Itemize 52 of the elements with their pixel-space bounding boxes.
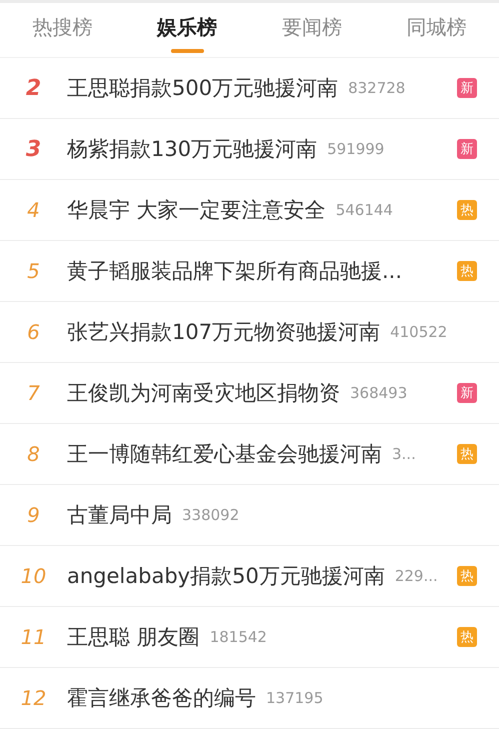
rank-number: 5 [26, 259, 41, 283]
heat-count: 229... [394, 567, 438, 585]
rank-number: 7 [26, 381, 41, 405]
heat-count: 338092 [182, 506, 240, 524]
list-item[interactable]: 7 王俊凯为河南受灾地区捐物资 368493 新 [0, 363, 499, 424]
tag-badge: 热 [457, 200, 477, 220]
rank-number: 11 [20, 625, 48, 649]
rank-number: 6 [26, 320, 41, 344]
heat-count: 368493 [350, 384, 408, 402]
list-item[interactable]: 4 华晨宇 大家一定要注意安全 546144 热 [0, 180, 499, 241]
list-item[interactable]: 12 霍言继承爸爸的编号 137195 [0, 668, 499, 729]
rank-number: 2 [24, 76, 42, 100]
tag-badge: 新 [457, 139, 477, 159]
heat-count: 3... [392, 445, 416, 463]
heat-count: 832728 [348, 79, 406, 97]
heat-count: 591999 [327, 140, 384, 158]
tab[interactable]: 娱乐榜 [124, 3, 250, 57]
heat-count: 546144 [336, 201, 393, 219]
item-title: 霍言继承爸爸的编号 [67, 685, 256, 712]
list-item[interactable]: 2 王思聪捐款500万元驰援河南 832728 新 [0, 58, 499, 119]
rank-number: 4 [26, 198, 41, 222]
tag-badge: 热 [457, 627, 477, 647]
item-title: angelababy捐款50万元驰援河南 [67, 563, 385, 590]
tag-badge: 新 [457, 383, 477, 403]
list-item[interactable]: 11 王思聪 朋友圈 181542 热 [0, 607, 499, 668]
item-title: 王俊凯为河南受灾地区捐物资 [67, 380, 340, 407]
item-title: 王思聪捐款500万元驰援河南 [67, 75, 338, 102]
rank-number: 3 [24, 136, 42, 162]
rank-number: 12 [20, 686, 48, 710]
list-item[interactable]: 9 古董局中局 338092 [0, 485, 499, 546]
heat-count: 410522 [390, 323, 448, 341]
item-title: 王一博随韩红爱心基金会驰援河南 [67, 441, 382, 468]
list-item[interactable]: 8 王一博随韩红爱心基金会驰援河南 3... 热 [0, 424, 499, 485]
rank-number: 10 [20, 564, 48, 588]
heat-count: 137195 [266, 689, 324, 707]
tag-badge: 热 [457, 261, 477, 281]
list-item[interactable]: 5 黄子韬服装品牌下架所有商品驰援... 热 [0, 241, 499, 302]
rank-number: 9 [26, 503, 41, 527]
item-title: 古董局中局 [67, 502, 172, 529]
item-title: 王思聪 朋友圈 [67, 624, 200, 651]
heat-count: 181542 [210, 628, 267, 646]
item-title: 张艺兴捐款107万元物资驰援河南 [67, 319, 380, 346]
item-title: 杨紫捐款130万元驰援河南 [67, 136, 318, 163]
tag-badge: 热 [457, 566, 477, 586]
list-item[interactable]: 6 张艺兴捐款107万元物资驰援河南 410522 [0, 302, 499, 363]
tag-badge: 热 [457, 444, 477, 464]
list-item[interactable]: 3 杨紫捐款130万元驰援河南 591999 新 [0, 119, 499, 180]
list-item[interactable]: 10 angelababy捐款50万元驰援河南 229... 热 [0, 546, 499, 607]
rank-number: 8 [26, 442, 41, 466]
item-title: 华晨宇 大家一定要注意安全 [67, 197, 326, 224]
tag-badge: 新 [457, 78, 477, 98]
item-title: 黄子韬服装品牌下架所有商品驰援... [67, 258, 402, 285]
